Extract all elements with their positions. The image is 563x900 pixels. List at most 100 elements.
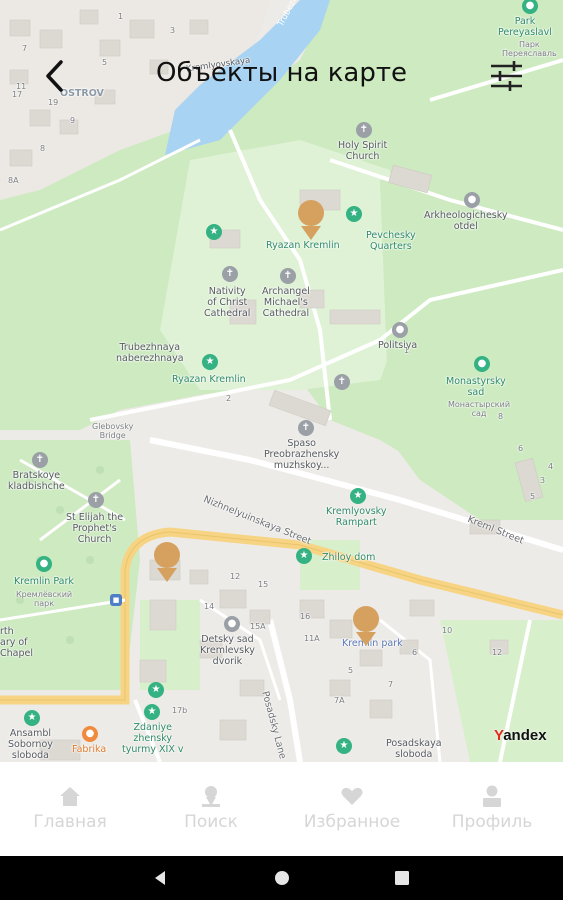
star-icon[interactable]: ★ bbox=[350, 488, 366, 504]
star-icon[interactable]: ★ bbox=[202, 354, 218, 370]
map-label-chapel: rth ary of Chapel bbox=[0, 626, 33, 659]
tab-search[interactable]: Поиск bbox=[141, 784, 281, 832]
church-icon[interactable]: ✝ bbox=[88, 492, 104, 508]
tab-profile[interactable]: Профиль bbox=[422, 784, 562, 832]
yandex-attribution[interactable]: Yandex bbox=[494, 727, 547, 744]
church-icon[interactable]: ✝ bbox=[298, 420, 314, 436]
system-nav-bar bbox=[0, 856, 563, 900]
map-label-ryazan-kremlin-mid: Ryazan Kremlin bbox=[172, 374, 246, 385]
search-icon bbox=[202, 786, 220, 807]
star-icon[interactable]: ★ bbox=[148, 682, 164, 698]
park-icon[interactable]: ● bbox=[474, 356, 490, 372]
map-label-kremlin-park-ru: Кремлёвский парк bbox=[16, 590, 73, 608]
church-icon[interactable]: ✝ bbox=[222, 266, 238, 282]
house-number: 2 bbox=[226, 394, 232, 403]
church-icon[interactable]: ✝ bbox=[356, 122, 372, 138]
profile-icon bbox=[483, 785, 501, 807]
heart-icon bbox=[341, 787, 363, 805]
kindergarten-icon[interactable]: ● bbox=[224, 616, 240, 632]
object-marker[interactable] bbox=[353, 606, 379, 646]
map-label-pevchesky: Pevchesky Quarters bbox=[366, 230, 416, 252]
map-label-ryazan-kremlin-top: Ryazan Kremlin bbox=[266, 240, 340, 251]
map-view[interactable]: Kremlyovskaya Trubezh OSTROV Park Pereya… bbox=[0, 0, 563, 762]
house-number: 11A bbox=[304, 634, 320, 643]
house-number: 12 bbox=[492, 648, 503, 657]
star-icon[interactable]: ★ bbox=[206, 224, 222, 240]
house-number: 10 bbox=[442, 626, 453, 635]
house-number: 12 bbox=[230, 572, 241, 581]
map-label-bratskoye: Bratskoye kladbishche bbox=[8, 470, 65, 492]
star-icon[interactable]: ★ bbox=[144, 704, 160, 720]
star-icon[interactable]: ★ bbox=[346, 206, 362, 222]
church-icon[interactable]: ✝ bbox=[334, 374, 350, 390]
house-number: 1 bbox=[404, 346, 410, 355]
object-marker[interactable] bbox=[154, 542, 180, 582]
bus-stop-icon[interactable]: ■ bbox=[110, 594, 122, 606]
map-label-fabrika: Fabrika bbox=[72, 744, 107, 755]
house-number: 14 bbox=[204, 602, 215, 611]
map-label-posadskaya: Posadskaya sloboda bbox=[386, 738, 442, 760]
nav-recents-icon[interactable] bbox=[390, 866, 414, 890]
map-label-kremlin-park: Kremlin Park bbox=[14, 576, 74, 587]
church-icon[interactable]: ✝ bbox=[280, 268, 296, 284]
star-icon[interactable]: ★ bbox=[336, 738, 352, 754]
park-icon[interactable]: ● bbox=[36, 556, 52, 572]
map-label-park-pereyaslav: Park Pereyaslavl bbox=[498, 16, 552, 38]
map-label-politsiya: Politsiya bbox=[378, 340, 418, 351]
house-number: 17b bbox=[172, 706, 188, 715]
tab-favorites[interactable]: Избранное bbox=[282, 784, 422, 832]
filter-sliders-icon bbox=[491, 61, 522, 91]
nav-home-icon[interactable] bbox=[270, 866, 294, 890]
map-label-spaso: Spaso Preobrazhensky muzhskoy... bbox=[264, 438, 340, 471]
bottom-tab-bar: Главная Поиск Избранное Профиль bbox=[0, 762, 563, 856]
house-number: 8A bbox=[8, 176, 19, 185]
house-number: 6 bbox=[412, 648, 418, 657]
filter-button[interactable] bbox=[486, 58, 526, 94]
tab-search-label: Поиск bbox=[184, 812, 238, 832]
map-label-holy-spirit: Holy Spirit Church bbox=[338, 140, 388, 162]
house-number: 15 bbox=[258, 580, 269, 589]
cafe-icon[interactable]: ● bbox=[82, 726, 98, 742]
nav-back-icon[interactable] bbox=[148, 866, 172, 890]
map-label-detsky-sad: Detsky sad Kremlevsky dvorik bbox=[200, 634, 255, 667]
map-label-st-elijah: St Elijah the Prophet's Church bbox=[66, 512, 124, 545]
tab-home-label: Главная bbox=[33, 812, 107, 832]
museum-icon[interactable]: ● bbox=[464, 192, 480, 208]
star-icon[interactable]: ★ bbox=[24, 710, 40, 726]
top-bar: Объекты на карте bbox=[0, 48, 563, 108]
house-number: 7 bbox=[388, 680, 394, 689]
object-marker[interactable] bbox=[298, 200, 324, 240]
house-number: 7A bbox=[334, 696, 345, 705]
house-number: 3 bbox=[540, 476, 546, 485]
house-number: 1 bbox=[118, 12, 124, 21]
cemetery-icon[interactable]: ✝ bbox=[32, 452, 48, 468]
tab-profile-label: Профиль bbox=[451, 812, 533, 832]
house-number: 9 bbox=[70, 116, 76, 125]
house-number: 3 bbox=[170, 26, 176, 35]
house-number: 5 bbox=[530, 492, 536, 501]
map-label-trubezhnaya: Trubezhnaya naberezhnaya bbox=[116, 342, 184, 364]
tab-home[interactable]: Главная bbox=[0, 784, 140, 832]
map-label-arkheolog: Arkheologichesky otdel bbox=[424, 210, 508, 232]
map-label-monastyrsky: Monastyrsky sad bbox=[446, 376, 506, 398]
map-label-zhiloy-dom: Zhiloy dom bbox=[322, 552, 376, 563]
map-label-archangel: Archangel Michael's Cathedral bbox=[262, 286, 310, 319]
star-icon[interactable]: ★ bbox=[296, 548, 312, 564]
house-number: 15A bbox=[250, 622, 266, 631]
police-icon[interactable]: ● bbox=[392, 322, 408, 338]
map-label-nativity: Nativity of Christ Cathedral bbox=[204, 286, 251, 319]
house-number: 5 bbox=[348, 666, 354, 675]
tab-favorites-label: Избранное bbox=[303, 812, 401, 832]
map-label-kremlevsky-rampart: Kremlyovsky Rampart bbox=[326, 506, 387, 528]
map-label-glebovsky: Glebovsky Bridge bbox=[92, 422, 134, 440]
map-label-zdaniye: Zdaniye zhensky tyurmy XIX v bbox=[122, 722, 184, 755]
house-number: 8 bbox=[498, 412, 504, 421]
house-number: 6 bbox=[518, 444, 524, 453]
house-number: 16 bbox=[300, 612, 311, 621]
page-title: Объекты на карте bbox=[156, 58, 407, 88]
home-icon bbox=[60, 787, 80, 806]
yandex-logo-rest: andex bbox=[503, 727, 547, 744]
house-number: 8 bbox=[40, 144, 46, 153]
yandex-logo-y: Y bbox=[494, 727, 504, 744]
map-label-ansambl: Ansambl Sobornoy sloboda bbox=[8, 728, 53, 761]
